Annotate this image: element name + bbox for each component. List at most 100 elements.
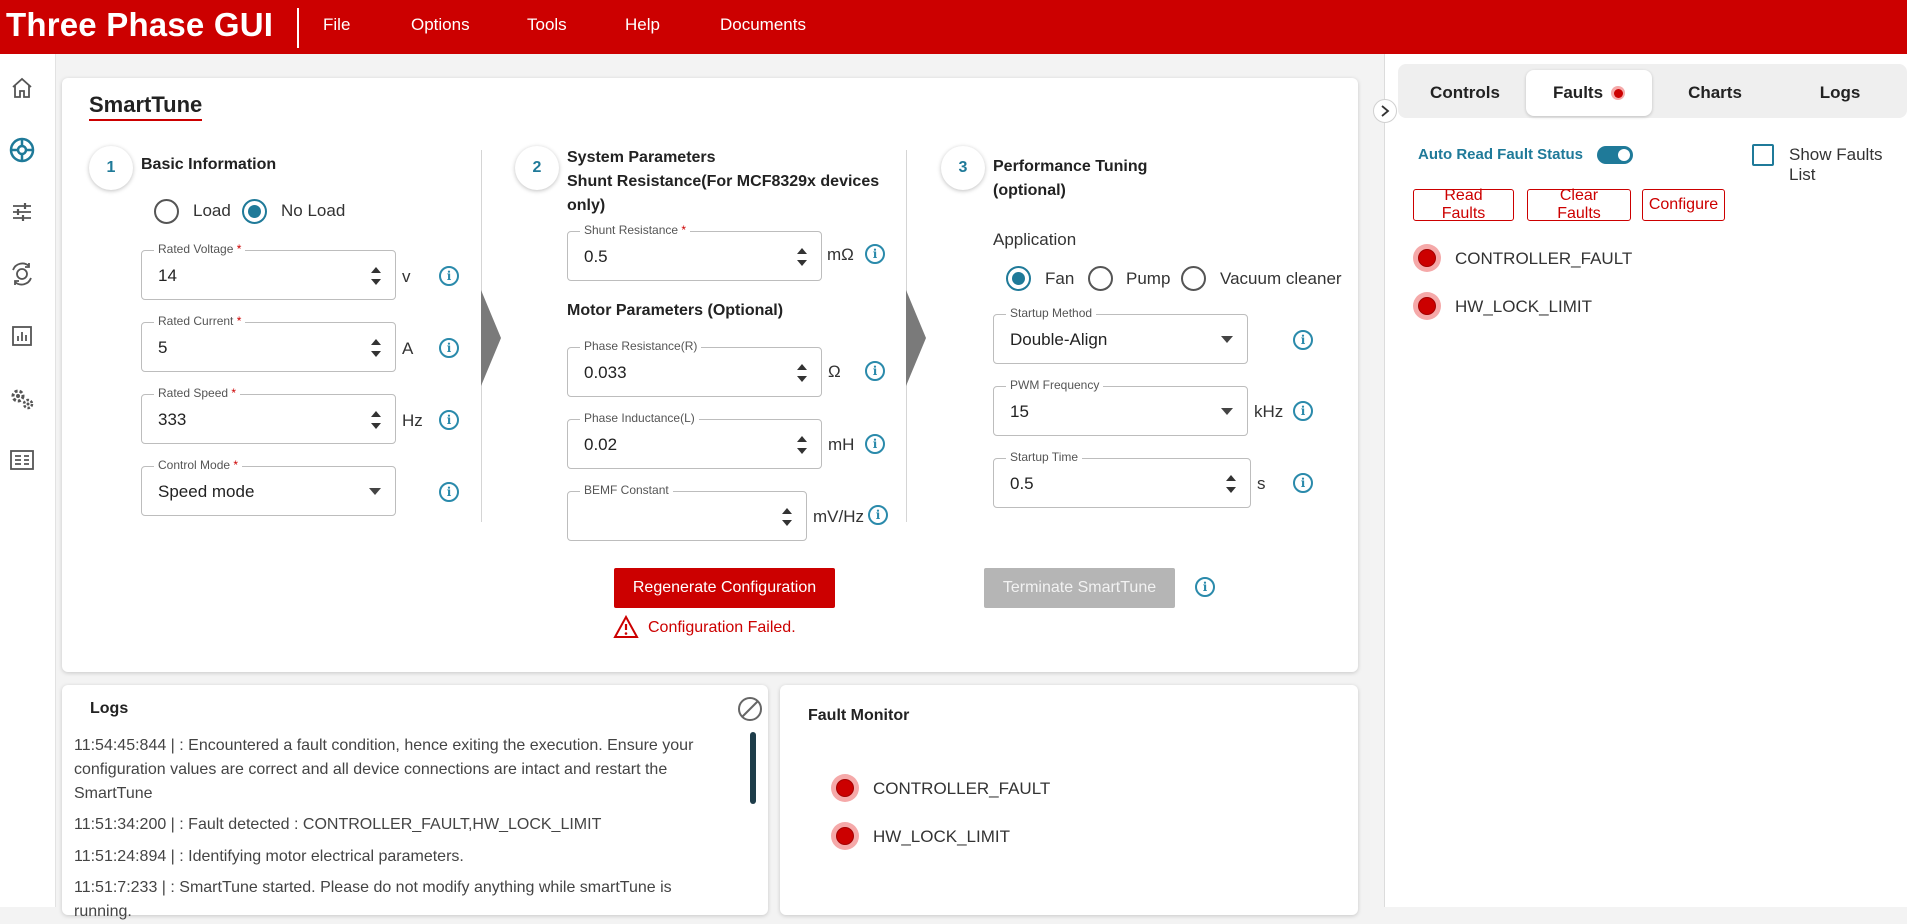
rated-current-label-text: Rated Current	[158, 314, 234, 328]
fault-alert-core	[1613, 88, 1623, 98]
phase-resistance-input[interactable]: Phase Resistance(R) 0.033	[567, 339, 822, 397]
auto-read-fault-status-toggle[interactable]	[1597, 146, 1633, 164]
info-icon[interactable]: i	[1293, 473, 1313, 493]
bemf-constant-unit: mV/Hz	[813, 507, 864, 526]
phase-inductance-unit: mH	[828, 435, 855, 454]
bemf-constant-input[interactable]: BEMF Constant	[567, 483, 807, 541]
side-rail	[0, 54, 56, 907]
spinner-arrows-icon[interactable]	[371, 338, 381, 358]
rated-speed-unit: Hz	[402, 411, 423, 430]
info-icon[interactable]: i	[1293, 330, 1313, 350]
tab-logs[interactable]: Logs	[1778, 70, 1902, 116]
phase-inductance-input[interactable]: Phase Inductance(L) 0.02	[567, 411, 822, 469]
show-faults-list-label: Show Faults List	[1789, 145, 1883, 184]
collapse-panel-button[interactable]	[1373, 99, 1397, 123]
info-icon[interactable]: i	[868, 505, 888, 525]
motor-rotation-icon[interactable]	[8, 260, 36, 288]
pwm-frequency-label: PWM Frequency	[1006, 378, 1104, 392]
startup-method-select[interactable]: Startup Method Double-Align	[993, 306, 1248, 364]
rated-current-input[interactable]: Rated Current * 5	[141, 314, 396, 372]
settings-gears-icon[interactable]	[8, 384, 36, 412]
tab-controls[interactable]: Controls	[1403, 70, 1527, 116]
configure-button[interactable]: Configure	[1642, 189, 1725, 221]
menu-tools[interactable]: Tools	[527, 15, 567, 35]
tuning-sliders-icon[interactable]	[8, 198, 36, 226]
info-icon[interactable]: i	[439, 338, 459, 358]
startup-method-label: Startup Method	[1006, 306, 1097, 320]
required-mark: *	[236, 242, 242, 256]
motor-parameters-title: Motor Parameters (Optional)	[567, 302, 784, 319]
smarttune-title: SmartTune	[89, 92, 203, 117]
vacuum-cleaner-radio[interactable]	[1181, 266, 1206, 291]
tab-charts[interactable]: Charts	[1653, 70, 1777, 116]
fan-radio-label: Fan	[1045, 269, 1075, 288]
fault-indicator-core	[836, 827, 854, 845]
rated-voltage-label: Rated Voltage *	[154, 242, 246, 256]
startup-time-value: 0.5	[1010, 474, 1034, 493]
rated-speed-input[interactable]: Rated Speed * 333	[141, 386, 396, 444]
warning-triangle-icon	[613, 614, 639, 639]
control-mode-select[interactable]: Control Mode * Speed mode	[141, 458, 396, 516]
shunt-resistance-input[interactable]: Shunt Resistance * 0.5	[567, 223, 822, 281]
home-icon[interactable]	[8, 74, 36, 102]
tab-faults[interactable]: Faults	[1526, 70, 1652, 116]
menu-file[interactable]: File	[323, 15, 350, 35]
info-icon[interactable]: i	[1293, 401, 1313, 421]
rated-speed-label: Rated Speed *	[154, 386, 241, 400]
pump-radio[interactable]	[1088, 266, 1113, 291]
pwm-frequency-unit: kHz	[1254, 402, 1284, 421]
menu-help[interactable]: Help	[625, 15, 660, 35]
logs-scrollbar[interactable]	[750, 732, 756, 804]
show-faults-list-checkbox[interactable]	[1752, 144, 1774, 166]
system-parameters-title-line1: System Parameters	[567, 149, 716, 166]
fan-radio[interactable]	[1006, 266, 1031, 291]
menu-options[interactable]: Options	[411, 15, 470, 35]
read-faults-button[interactable]: Read Faults	[1413, 187, 1514, 222]
rated-speed-value: 333	[158, 410, 187, 429]
system-parameters-title: System Parameters Shunt Resistance(For M…	[567, 146, 897, 218]
no-load-radio[interactable]	[242, 199, 267, 224]
vacuum-cleaner-radio-label: Vacuum cleaner	[1220, 269, 1342, 288]
spinner-arrows-icon[interactable]	[797, 435, 807, 455]
register-map-icon[interactable]	[8, 446, 36, 474]
info-icon[interactable]: i	[439, 266, 459, 286]
info-icon[interactable]: i	[865, 361, 885, 381]
chevron-down-icon	[1221, 408, 1233, 415]
step-1-badge: 1	[89, 146, 133, 190]
startup-time-input[interactable]: Startup Time 0.5	[993, 450, 1251, 508]
required-mark: *	[231, 386, 237, 400]
info-icon[interactable]: i	[865, 434, 885, 454]
smarttune-icon[interactable]	[8, 136, 36, 164]
menu-documents[interactable]: Documents	[720, 15, 806, 35]
spinner-arrows-icon[interactable]	[782, 507, 792, 527]
shunt-resistance-label: Shunt Resistance *	[580, 223, 691, 237]
pwm-frequency-select[interactable]: PWM Frequency 15	[993, 378, 1248, 436]
info-icon[interactable]: i	[439, 410, 459, 430]
startup-method-value: Double-Align	[1010, 330, 1108, 349]
chart-icon[interactable]	[8, 322, 36, 350]
phase-inductance-label: Phase Inductance(L)	[580, 411, 699, 425]
terminate-smarttune-button[interactable]: Terminate SmartTune	[984, 568, 1175, 608]
spinner-arrows-icon[interactable]	[371, 410, 381, 430]
fault-indicator-icon	[1413, 244, 1441, 272]
rated-voltage-input[interactable]: Rated Voltage * 14	[141, 242, 396, 300]
spinner-arrows-icon[interactable]	[371, 266, 381, 286]
required-mark: *	[233, 458, 239, 472]
info-icon[interactable]: i	[865, 244, 885, 264]
performance-tuning-title-line2: (optional)	[993, 182, 1066, 199]
performance-tuning-title: Performance Tuning (optional)	[993, 155, 1147, 203]
required-mark: *	[236, 314, 242, 328]
fault-indicator-core	[1418, 297, 1436, 315]
regenerate-configuration-button[interactable]: Regenerate Configuration	[614, 568, 835, 608]
fault-indicator-core	[1418, 249, 1436, 267]
info-icon[interactable]: i	[1195, 577, 1215, 597]
clear-logs-icon[interactable]	[737, 696, 763, 722]
fault-monitor-title: Fault Monitor	[808, 707, 910, 724]
spinner-arrows-icon[interactable]	[797, 247, 807, 267]
load-radio[interactable]	[154, 199, 179, 224]
spinner-arrows-icon[interactable]	[1226, 474, 1236, 494]
spinner-arrows-icon[interactable]	[797, 363, 807, 383]
step-2-badge: 2	[515, 146, 559, 190]
info-icon[interactable]: i	[439, 482, 459, 502]
clear-faults-button[interactable]: Clear Faults	[1527, 187, 1631, 222]
